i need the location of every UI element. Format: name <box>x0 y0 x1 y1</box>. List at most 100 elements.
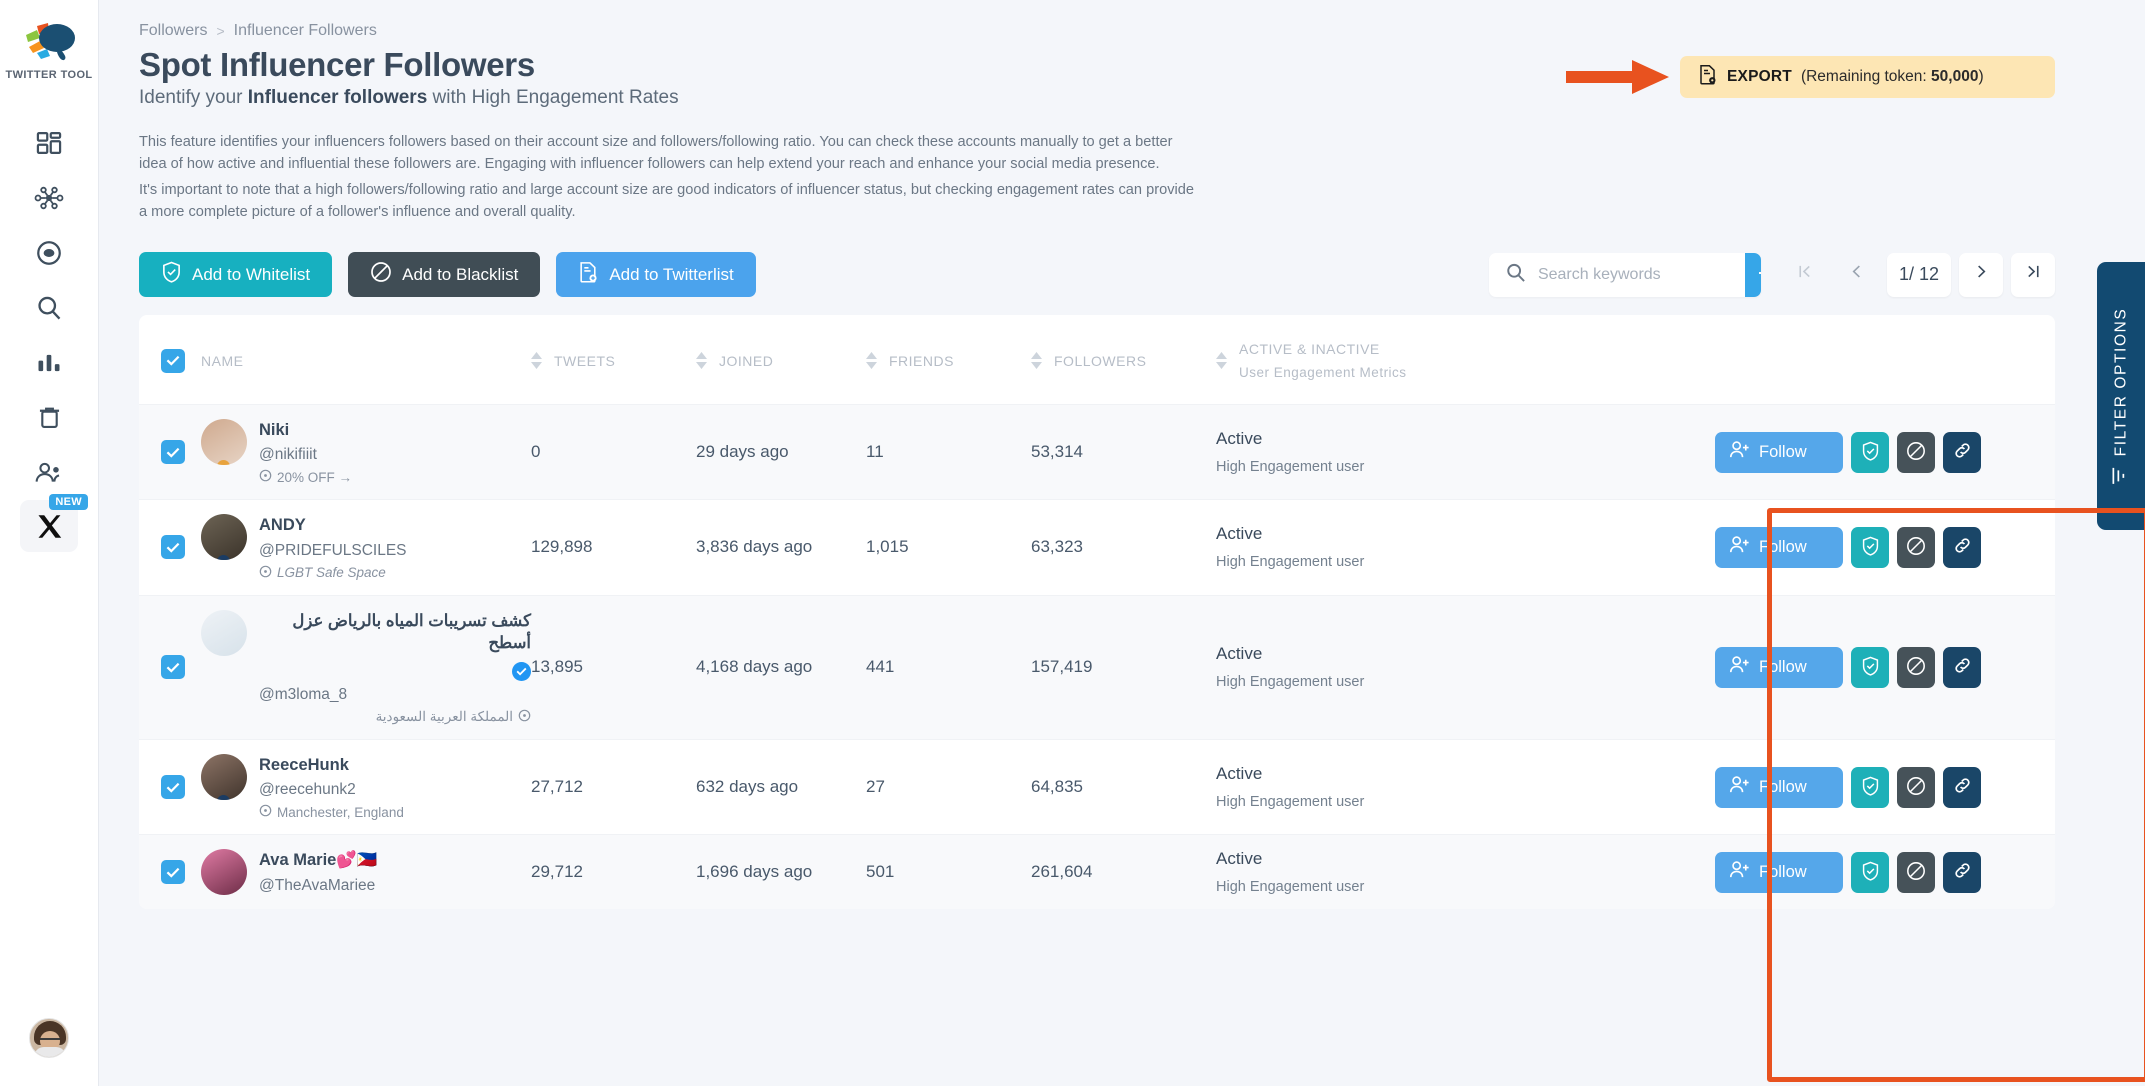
row-whitelist-button[interactable] <box>1851 431 1889 473</box>
table-row: Niki @nikifiiit 20% OFF → 0 29 days ago … <box>139 404 2055 500</box>
row-select-cell <box>139 405 201 500</box>
sort-arrows-icon[interactable] <box>531 352 542 370</box>
header-followers-cell[interactable]: FOLLOWERS <box>1031 315 1216 405</box>
row-whitelist-button[interactable] <box>1851 766 1889 808</box>
search-submit-button[interactable] <box>1744 252 1761 297</box>
follow-button[interactable]: Follow <box>1715 851 1843 893</box>
sidebar-item-network[interactable] <box>16 170 82 225</box>
row-select-cell <box>139 835 201 910</box>
row-location: Manchester, England <box>259 804 404 820</box>
select-all-checkbox[interactable] <box>161 348 185 373</box>
sort-arrows-icon[interactable] <box>1031 352 1042 370</box>
filter-options-label: FILTER OPTIONS <box>2112 307 2129 456</box>
sidebar-item-target[interactable] <box>16 225 82 280</box>
row-checkbox[interactable] <box>161 655 185 680</box>
remaining-post: ) <box>1978 68 1984 85</box>
sidebar-item-x-platform[interactable]: NEW <box>20 494 88 552</box>
row-tweets: 29,712 <box>531 862 583 882</box>
blacklist-label: Add to Blacklist <box>402 264 519 284</box>
follow-button[interactable]: Follow <box>1715 526 1843 568</box>
row-engagement: High Engagement user <box>1216 879 1365 896</box>
row-blacklist-button[interactable] <box>1897 646 1935 688</box>
ban-icon <box>1906 441 1926 464</box>
row-user[interactable]: كشف تسريبات المياه بالرياض عزل أسطح @m3l… <box>201 609 531 726</box>
export-button[interactable]: EXPORT (Remaining token: 50,000) <box>1680 56 2055 98</box>
row-friends: 501 <box>866 862 895 882</box>
follow-button[interactable]: Follow <box>1715 646 1843 688</box>
location-pin-icon <box>259 804 272 820</box>
row-whitelist-button[interactable] <box>1851 851 1889 893</box>
row-user[interactable]: Niki @nikifiiit 20% OFF → <box>201 419 531 485</box>
row-checkbox[interactable] <box>161 440 185 465</box>
row-checkbox[interactable] <box>161 860 185 885</box>
sidebar-item-analytics[interactable] <box>16 335 82 390</box>
row-link-button[interactable] <box>1943 526 1981 568</box>
sort-arrows-icon[interactable] <box>696 352 707 370</box>
row-user[interactable]: ANDY @PRIDEFULSCILES LGBT Safe Space <box>201 514 531 580</box>
row-user[interactable]: Ava Marie💕🇵🇭 @TheAvaMariee <box>201 849 531 896</box>
add-to-twitterlist-button[interactable]: Add to Twitterlist <box>556 252 756 298</box>
pagination-last-button[interactable] <box>2011 252 2055 297</box>
pagination-next-button[interactable] <box>1959 252 2003 297</box>
header-friends-cell[interactable]: FRIENDS <box>866 315 1031 405</box>
sort-arrows-icon[interactable] <box>866 352 877 370</box>
follow-button[interactable]: Follow <box>1715 431 1843 473</box>
breadcrumb-parent[interactable]: Followers <box>139 22 207 40</box>
row-followers: 53,314 <box>1031 442 1083 462</box>
row-status: Active <box>1216 429 1263 449</box>
sort-arrows-icon[interactable] <box>1216 352 1227 370</box>
row-blacklist-button[interactable] <box>1897 851 1935 893</box>
row-blacklist-button[interactable] <box>1897 526 1935 568</box>
action-toolbar: Add to Whitelist Add to Blacklist Add to… <box>99 252 2145 298</box>
sidebar-item-search[interactable] <box>16 280 82 335</box>
pagination-current-page: 1/ 12 <box>1886 252 1951 297</box>
row-location: 20% OFF → <box>259 469 352 485</box>
header-joined-label: JOINED <box>719 352 774 369</box>
row-link-button[interactable] <box>1943 431 1981 473</box>
breadcrumb-current[interactable]: Influencer Followers <box>234 22 377 40</box>
row-activity-cell: Active High Engagement user <box>1216 740 1715 835</box>
row-checkbox[interactable] <box>161 535 185 560</box>
row-handle[interactable]: @TheAvaMariee <box>259 877 377 895</box>
pagination-first-button[interactable] <box>1783 253 1827 297</box>
row-handle[interactable]: @nikifiiit <box>259 446 352 464</box>
add-to-blacklist-button[interactable]: Add to Blacklist <box>348 252 541 298</box>
row-handle[interactable]: @reecehunk2 <box>259 781 404 799</box>
pagination-prev-button[interactable] <box>1835 253 1879 297</box>
filter-options-tab[interactable]: FILTER OPTIONS <box>2097 262 2145 530</box>
row-link-button[interactable] <box>1943 766 1981 808</box>
row-handle[interactable]: @PRIDEFULSCILES <box>259 542 407 560</box>
app-logo-icon <box>20 16 78 64</box>
list-add-icon <box>578 261 599 288</box>
row-handle[interactable]: @m3loma_8 <box>259 686 531 704</box>
row-actions: Follow <box>1715 526 2055 568</box>
brand[interactable]: TWITTER TOOL <box>5 16 92 81</box>
add-to-whitelist-button[interactable]: Add to Whitelist <box>139 252 333 298</box>
user-plus-icon <box>1729 860 1750 884</box>
row-whitelist-button[interactable] <box>1851 526 1889 568</box>
header-tweets-cell[interactable]: TWEETS <box>531 315 696 405</box>
row-avatar <box>201 849 247 896</box>
row-checkbox[interactable] <box>161 775 185 800</box>
row-link-button[interactable] <box>1943 851 1981 893</box>
twitterlist-label: Add to Twitterlist <box>609 264 734 284</box>
sidebar-item-dashboard[interactable] <box>16 115 82 170</box>
row-whitelist-button[interactable] <box>1851 646 1889 688</box>
row-display-name: ReeceHunk <box>259 754 404 776</box>
row-user[interactable]: ReeceHunk @reecehunk2 Manchester, Englan… <box>201 754 531 820</box>
search-input[interactable] <box>1525 252 1745 297</box>
sidebar-item-trash[interactable] <box>16 390 82 445</box>
row-name-cell: Ava Marie💕🇵🇭 @TheAvaMariee <box>201 835 531 910</box>
row-link-button[interactable] <box>1943 646 1981 688</box>
user-avatar[interactable] <box>29 1018 69 1058</box>
row-blacklist-button[interactable] <box>1897 431 1935 473</box>
header-joined-wrap: JOINED <box>696 352 866 370</box>
row-actions: Follow <box>1715 431 2055 473</box>
header-joined-cell[interactable]: JOINED <box>696 315 866 405</box>
row-blacklist-button[interactable] <box>1897 766 1935 808</box>
sidebar-item-followers[interactable] <box>16 445 82 500</box>
header-name-cell[interactable]: NAME <box>201 315 531 405</box>
shield-check-icon <box>1861 536 1880 559</box>
row-name-cell: ReeceHunk @reecehunk2 Manchester, Englan… <box>201 740 531 835</box>
follow-button[interactable]: Follow <box>1715 766 1843 808</box>
